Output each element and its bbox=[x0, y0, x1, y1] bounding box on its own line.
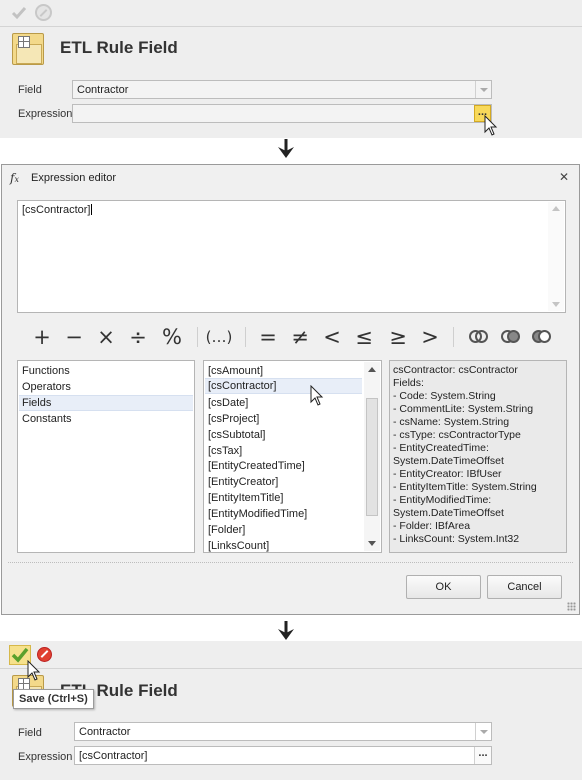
plus-operator-button[interactable]: + bbox=[31, 323, 53, 351]
field-dropdown[interactable]: Contractor bbox=[74, 722, 492, 741]
intersection-icon[interactable] bbox=[501, 330, 521, 344]
list-item[interactable]: [EntityCreatedTime] bbox=[205, 458, 362, 474]
save-tooltip: Save (Ctrl+S) bbox=[13, 689, 94, 709]
list-item[interactable]: [csProject] bbox=[205, 411, 362, 427]
expression-text: [csContractor] bbox=[22, 204, 91, 216]
flow-arrow-icon bbox=[278, 139, 294, 158]
list-item-selected[interactable]: [csContractor] bbox=[205, 378, 362, 394]
dialog-header: fx Expression editor ✕ bbox=[2, 165, 579, 191]
expression-browse-button[interactable]: ... bbox=[474, 747, 491, 764]
operator-separator bbox=[453, 327, 454, 347]
info-line: - Folder: IBfArea bbox=[393, 520, 471, 532]
category-list[interactable]: Functions Operators Fields Constants bbox=[17, 360, 195, 553]
operator-separator bbox=[197, 327, 198, 347]
info-line: - EntityCreatedTime: bbox=[393, 442, 489, 454]
field-dropdown-value: Contractor bbox=[77, 84, 129, 96]
expression-field[interactable]: [csContractor] ... bbox=[74, 746, 492, 765]
dialog-title: Expression editor bbox=[31, 172, 116, 184]
dialog-divider bbox=[8, 562, 573, 563]
greater-or-equal-operator-button[interactable]: ≥ bbox=[387, 323, 409, 351]
info-line: - Code: System.String bbox=[393, 390, 496, 402]
list-item[interactable]: [EntityModifiedTime] bbox=[205, 506, 362, 522]
expression-textarea[interactable]: [csContractor] bbox=[17, 200, 566, 313]
list-item[interactable]: [csSubtotal] bbox=[205, 427, 362, 443]
operator-toolbar: + − × ÷ % (…) = ≠ < ≤ ≥ > bbox=[17, 323, 567, 351]
cancel-button[interactable]: Cancel bbox=[487, 575, 562, 599]
toolbar-divider bbox=[0, 26, 582, 27]
info-line: - LinksCount: System.Int32 bbox=[393, 533, 520, 545]
field-label: Field bbox=[18, 84, 42, 96]
fields-scrollbar[interactable] bbox=[364, 362, 380, 551]
list-item[interactable]: [Folder] bbox=[205, 522, 362, 538]
bottom-form-panel: ETL Rule Field Field Contractor Expressi… bbox=[0, 641, 582, 780]
expression-editor-dialog: fx Expression editor ✕ [csContractor] + … bbox=[1, 164, 580, 615]
union-icon[interactable] bbox=[469, 330, 489, 344]
less-or-equal-operator-button[interactable]: ≤ bbox=[353, 323, 375, 351]
category-item-functions[interactable]: Functions bbox=[19, 363, 193, 379]
list-item[interactable]: [EntityItemTitle] bbox=[205, 490, 362, 506]
minus-operator-button[interactable]: − bbox=[63, 323, 85, 351]
list-item[interactable]: [EntityCreator] bbox=[205, 474, 362, 490]
field-info-panel: csContractor: csContractor Fields: - Cod… bbox=[389, 360, 567, 553]
scroll-down-icon[interactable] bbox=[368, 541, 376, 546]
info-line: - EntityCreator: IBfUser bbox=[393, 468, 502, 480]
field-dropdown-value: Contractor bbox=[79, 726, 131, 738]
list-item[interactable]: [csTax] bbox=[205, 443, 362, 459]
top-form-panel: ETL Rule Field Field Contractor Expressi… bbox=[0, 0, 582, 138]
multiply-operator-button[interactable]: × bbox=[95, 323, 117, 351]
field-dropdown[interactable]: Contractor bbox=[72, 80, 492, 99]
etl-rule-field-icon bbox=[12, 33, 44, 65]
cancel-icon-disabled bbox=[35, 4, 52, 21]
info-line: - csName: System.String bbox=[393, 416, 510, 428]
close-icon[interactable]: ✕ bbox=[558, 171, 570, 183]
text-caret bbox=[91, 204, 93, 215]
scroll-down-icon[interactable] bbox=[552, 302, 560, 307]
equals-operator-button[interactable]: = bbox=[257, 323, 279, 351]
function-icon: fx bbox=[10, 171, 19, 185]
scrollbar-thumb[interactable] bbox=[366, 398, 378, 516]
list-item[interactable]: [csAmount] bbox=[205, 363, 362, 379]
info-line: System.DateTimeOffset bbox=[393, 455, 504, 467]
info-line: - csType: csContractorType bbox=[393, 429, 521, 441]
info-line: - EntityModifiedTime: bbox=[393, 494, 492, 506]
chevron-down-icon[interactable] bbox=[475, 723, 491, 740]
expression-field[interactable]: ... bbox=[72, 104, 492, 123]
expression-field-value: [csContractor] bbox=[79, 750, 148, 762]
flow-arrow-icon bbox=[278, 621, 294, 640]
info-line: - CommentLite: System.String bbox=[393, 403, 534, 415]
info-line: - EntityItemTitle: System.String bbox=[393, 481, 537, 493]
expression-label: Expression bbox=[18, 108, 73, 120]
toolbar-divider bbox=[0, 668, 582, 669]
resize-grip-icon[interactable] bbox=[567, 602, 576, 611]
list-item[interactable]: [LinksCount] bbox=[205, 538, 362, 554]
scroll-up-icon[interactable] bbox=[368, 367, 376, 372]
list-item[interactable]: [csDate] bbox=[205, 395, 362, 411]
info-line: csContractor: csContractor bbox=[393, 364, 518, 376]
less-than-operator-button[interactable]: < bbox=[321, 323, 343, 351]
fields-list[interactable]: [csAmount] [csContractor] [csDate] [csPr… bbox=[203, 360, 382, 553]
expression-label: Expression bbox=[18, 751, 73, 763]
category-item-constants[interactable]: Constants bbox=[19, 411, 193, 427]
chevron-down-icon[interactable] bbox=[475, 81, 491, 98]
greater-than-operator-button[interactable]: > bbox=[419, 323, 441, 351]
save-check-icon-disabled bbox=[11, 7, 27, 20]
operator-separator bbox=[245, 327, 246, 347]
expression-scrollbar[interactable] bbox=[548, 202, 564, 311]
category-item-operators[interactable]: Operators bbox=[19, 379, 193, 395]
percent-operator-button[interactable]: % bbox=[159, 323, 185, 351]
field-label: Field bbox=[18, 727, 42, 739]
ok-button[interactable]: OK bbox=[406, 575, 481, 599]
divide-operator-button[interactable]: ÷ bbox=[127, 323, 149, 351]
scroll-up-icon[interactable] bbox=[552, 206, 560, 211]
info-line: Fields: bbox=[393, 377, 424, 389]
info-line: System.DateTimeOffset bbox=[393, 507, 504, 519]
page-title: ETL Rule Field bbox=[60, 38, 178, 57]
not-equals-operator-button[interactable]: ≠ bbox=[289, 323, 311, 351]
parentheses-operator-button[interactable]: (…) bbox=[204, 323, 234, 351]
category-item-fields[interactable]: Fields bbox=[19, 395, 193, 411]
difference-icon[interactable] bbox=[532, 330, 552, 344]
